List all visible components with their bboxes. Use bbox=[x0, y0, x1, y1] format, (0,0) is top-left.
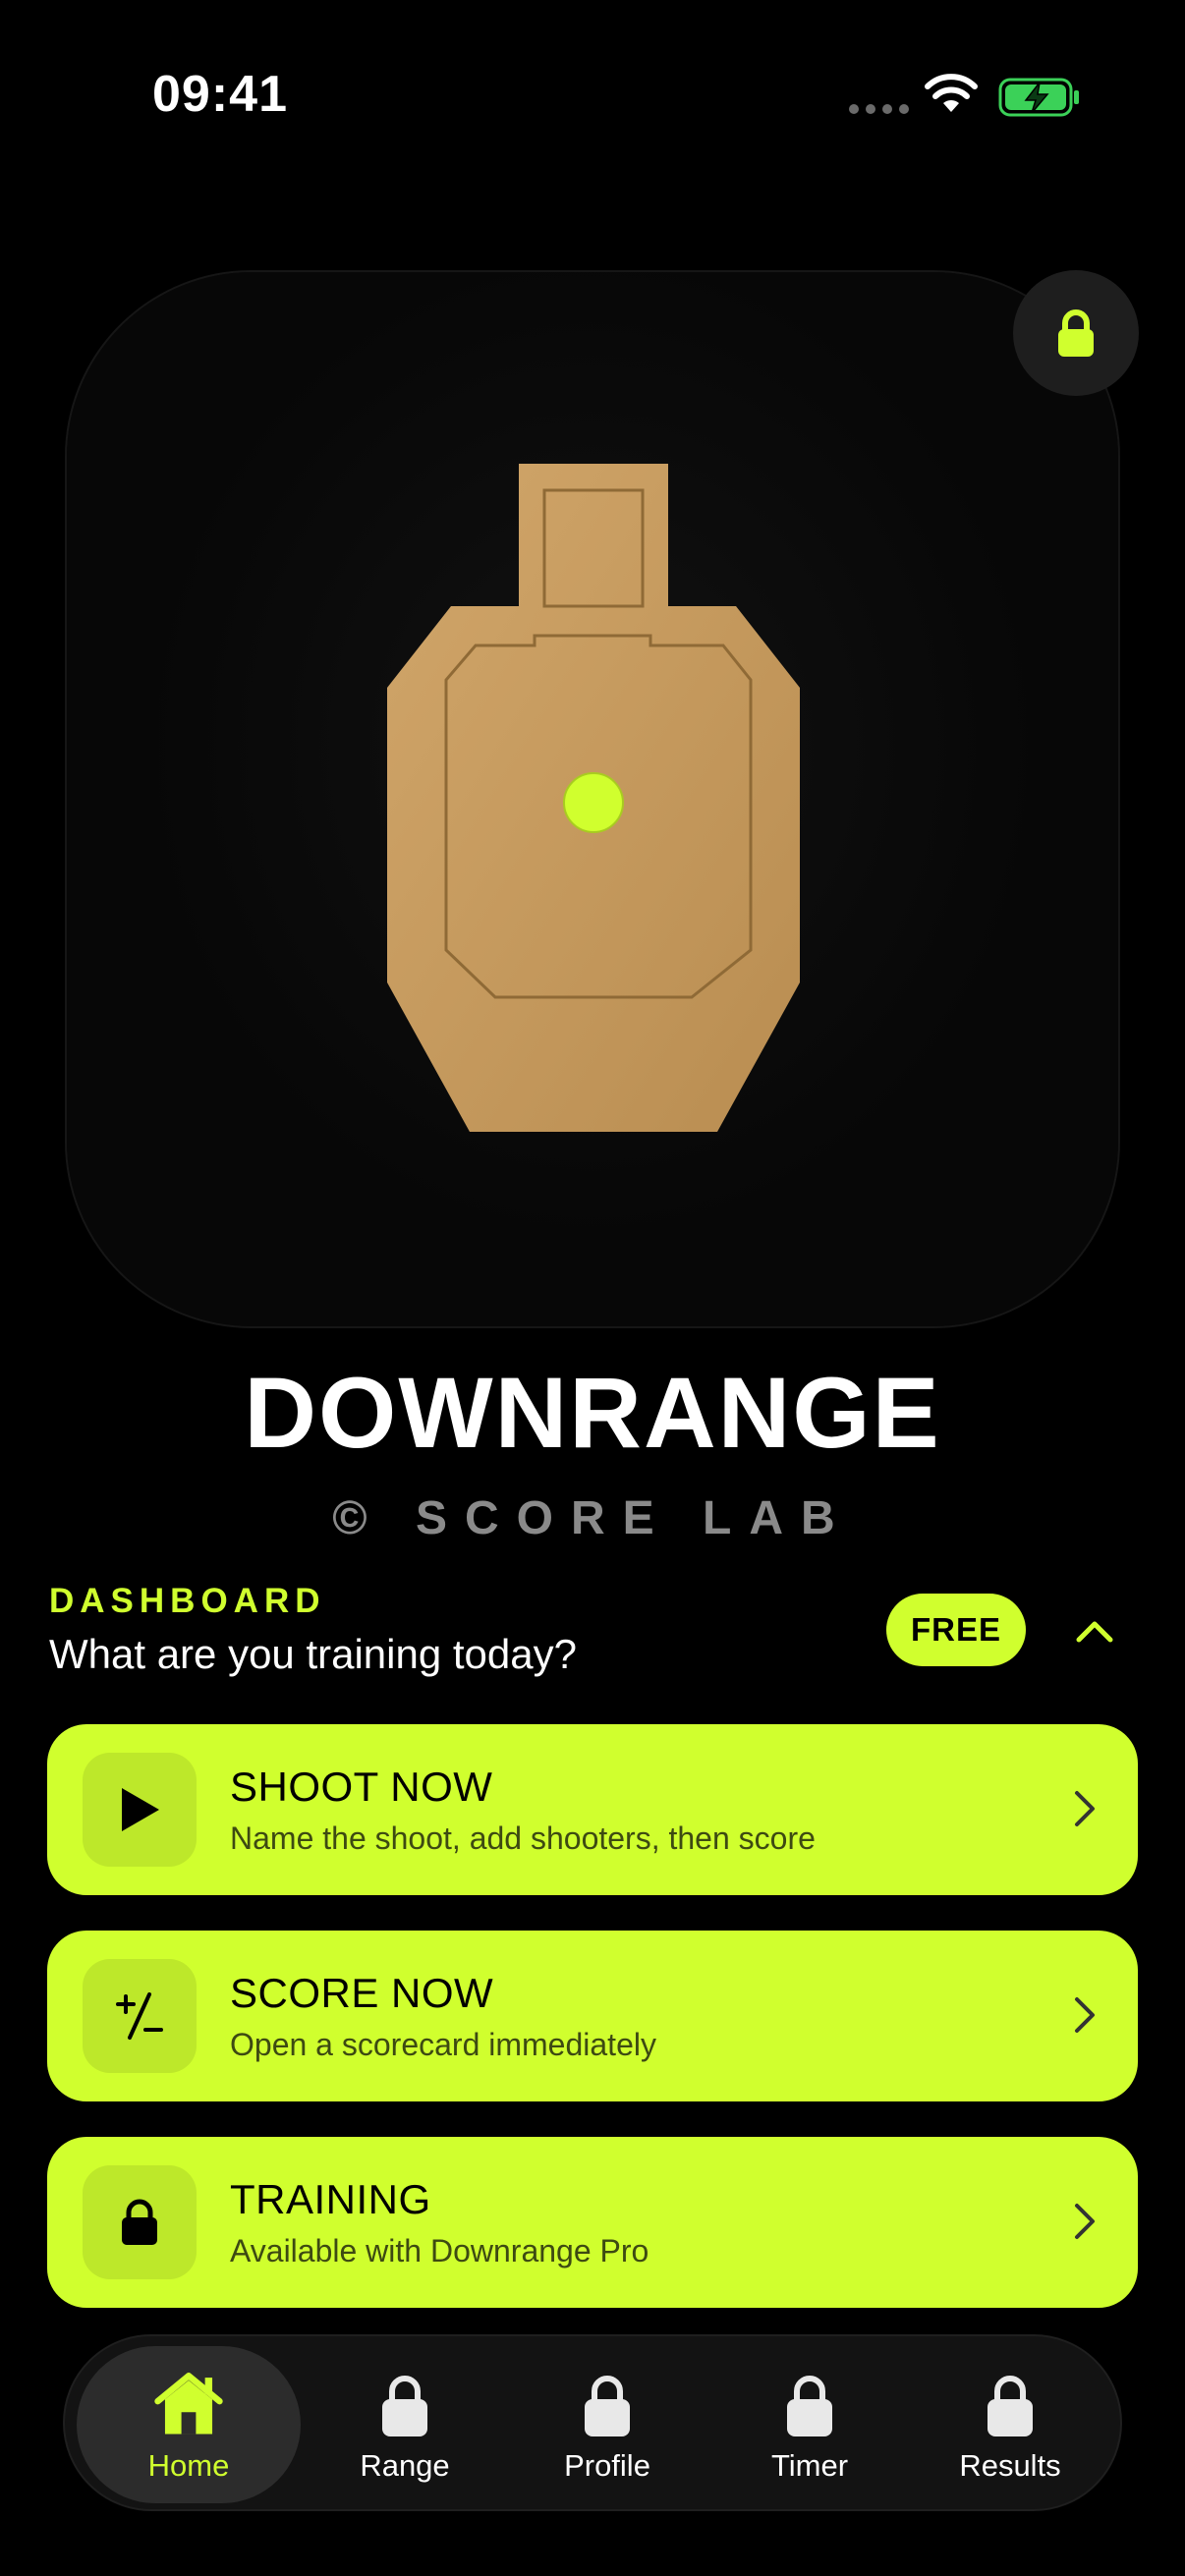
tab-label: Results bbox=[959, 2448, 1061, 2483]
training-button[interactable]: TRAINING Available with Downrange Pro bbox=[47, 2137, 1138, 2308]
score-now-button[interactable]: SCORE NOW Open a scorecard immediately bbox=[47, 1931, 1138, 2101]
app-title: DOWNRANGE bbox=[244, 1357, 941, 1469]
tab-results[interactable]: Results bbox=[898, 2346, 1122, 2503]
card-title: SHOOT NOW bbox=[230, 1764, 493, 1810]
lock-icon bbox=[571, 2368, 644, 2438]
card-subtitle: Open a scorecard immediately bbox=[230, 2027, 656, 2062]
status-time: 09:41 bbox=[152, 66, 288, 123]
status-bar: 09:41 bbox=[0, 0, 1185, 187]
tab-profile[interactable]: Profile bbox=[495, 2346, 719, 2503]
tab-label: Home bbox=[147, 2448, 230, 2483]
chevron-up-icon[interactable] bbox=[1069, 1611, 1120, 1651]
cellular-signal-icon bbox=[849, 104, 909, 114]
tab-timer[interactable]: Timer bbox=[698, 2346, 922, 2503]
play-icon bbox=[83, 1753, 197, 1867]
tab-label: Timer bbox=[770, 2448, 849, 2483]
hero-card bbox=[65, 270, 1120, 1328]
lock-icon bbox=[773, 2368, 846, 2438]
lock-icon bbox=[83, 2165, 197, 2279]
wifi-icon bbox=[925, 74, 978, 112]
plan-badge[interactable]: FREE bbox=[886, 1594, 1026, 1666]
tab-label: Profile bbox=[564, 2448, 650, 2483]
lock-icon[interactable] bbox=[1013, 270, 1139, 396]
lock-icon bbox=[368, 2368, 441, 2438]
chevron-right-icon bbox=[1075, 2204, 1095, 2239]
card-subtitle: Available with Downrange Pro bbox=[230, 2233, 649, 2268]
tab-home[interactable]: Home bbox=[77, 2346, 301, 2503]
target-silhouette-image bbox=[387, 464, 800, 1132]
card-subtitle: Name the shoot, add shooters, then score bbox=[230, 1820, 816, 1856]
tab-bar: Home Range Profile Timer Results bbox=[63, 2334, 1122, 2511]
app-subtitle: © SCORE LAB bbox=[332, 1492, 853, 1544]
tab-label: Range bbox=[360, 2448, 450, 2483]
card-title: SCORE NOW bbox=[230, 1970, 494, 2016]
dashboard-label: DASHBOARD bbox=[49, 1582, 326, 1620]
chevron-right-icon bbox=[1075, 1791, 1095, 1826]
chevron-right-icon bbox=[1075, 1997, 1095, 2033]
dashboard-question: What are you training today? bbox=[49, 1631, 577, 1677]
battery-icon bbox=[998, 78, 1079, 117]
home-icon bbox=[152, 2368, 225, 2438]
tab-range[interactable]: Range bbox=[293, 2346, 517, 2503]
lock-icon bbox=[974, 2368, 1046, 2438]
plus-minus-icon bbox=[83, 1959, 197, 2073]
shoot-now-button[interactable]: SHOOT NOW Name the shoot, add shooters, … bbox=[47, 1724, 1138, 1895]
card-title: TRAINING bbox=[230, 2176, 431, 2222]
